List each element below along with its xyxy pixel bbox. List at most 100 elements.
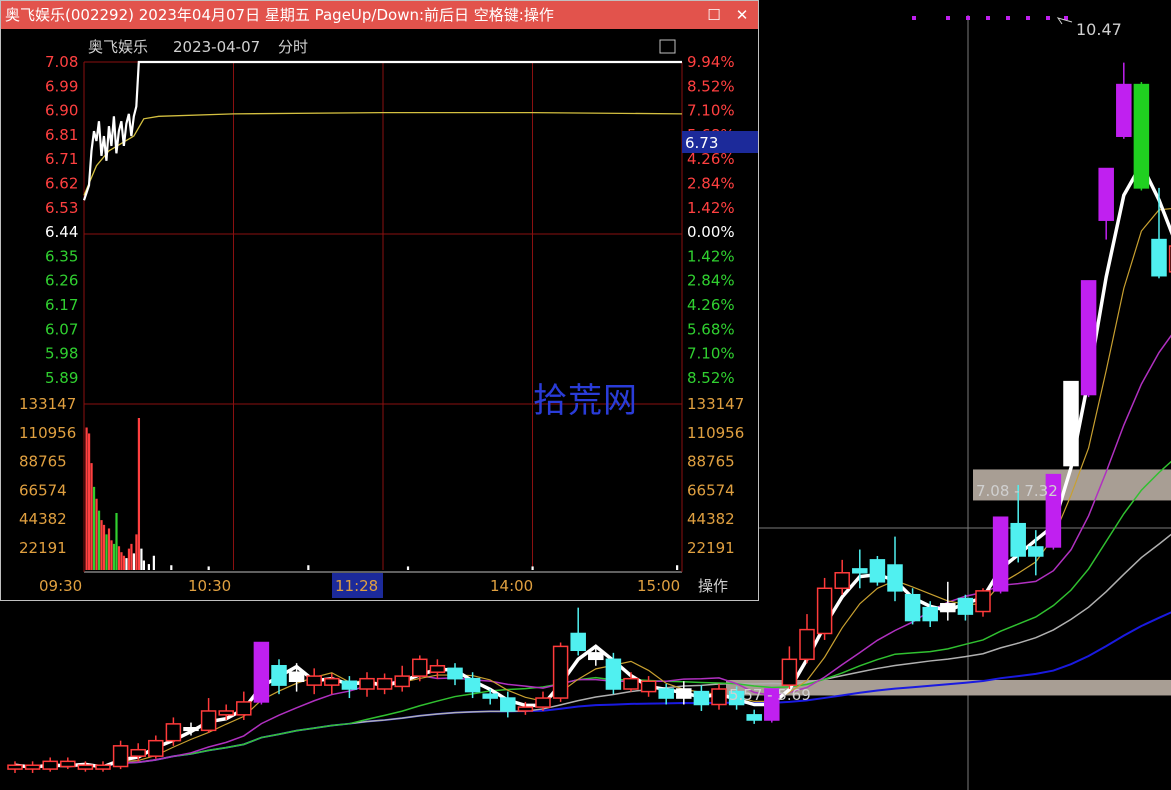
candle-62 — [1098, 167, 1114, 240]
candle-body — [1010, 522, 1026, 557]
candle-body — [447, 667, 463, 680]
candle-11 — [200, 698, 217, 733]
price-axis-label: 6.44 — [45, 223, 78, 241]
gap-label-upper: 7.08 - 7.32 — [976, 482, 1058, 500]
candle-63 — [1116, 62, 1132, 139]
candle-4 — [77, 761, 94, 772]
candle-20 — [359, 672, 375, 697]
volume-bar — [130, 543, 133, 570]
gap-label-lower: 5.57 - 5.69 — [729, 686, 811, 704]
candle-17 — [306, 668, 322, 695]
pct-axis-label: 2.84% — [687, 272, 735, 290]
candle-body — [1098, 167, 1114, 221]
time-axis-label: 10:30 — [188, 577, 231, 595]
marker-dot-2 — [966, 16, 970, 20]
pct-axis-label: 0.00% — [687, 223, 735, 241]
volume-bar — [107, 528, 111, 570]
pct-axis-label: 4.26% — [687, 296, 735, 314]
candle-body — [218, 710, 234, 716]
candle-55 — [975, 588, 991, 617]
candle-25 — [447, 663, 463, 686]
candle-body — [288, 671, 305, 683]
candle-body — [623, 677, 639, 690]
candle-body — [165, 723, 182, 742]
intraday-stock-name: 奥飞娱乐 — [88, 38, 148, 56]
candle-body — [1133, 83, 1150, 189]
candle-body — [341, 680, 358, 690]
candle-body — [306, 675, 322, 686]
candle-body — [588, 652, 604, 661]
price-axis-label: 6.71 — [45, 150, 78, 168]
price-axis-label: 6.99 — [45, 77, 78, 95]
candle-body — [570, 632, 586, 652]
price-axis-label: 6.81 — [45, 126, 78, 144]
volume-bar — [97, 510, 101, 570]
intraday-volume-bars — [85, 418, 679, 570]
volume-bar — [87, 433, 91, 570]
popup-title: 奥飞娱乐(002292) 2023年04月07日 星期五 PageUp/Down… — [5, 6, 554, 24]
candle-61 — [1080, 280, 1097, 398]
candle-body — [834, 572, 850, 590]
candle-body — [711, 688, 727, 706]
price-axis-label: 6.17 — [45, 296, 78, 314]
candle-0 — [7, 761, 23, 773]
time-axis-label: 11:28 — [335, 577, 378, 595]
maximize-icon[interactable]: ☐ — [704, 5, 724, 25]
volume-bar — [132, 553, 136, 570]
pct-axis-label: 8.52% — [687, 369, 735, 387]
candle-body — [904, 593, 921, 622]
candle-body — [183, 727, 199, 732]
candle-body — [95, 764, 111, 770]
candle-42 — [746, 709, 762, 724]
popup-title-bar[interactable]: 奥飞娱乐(002292) 2023年04月07日 星期五 PageUp/Down… — [1, 1, 758, 29]
candle-body — [376, 677, 393, 690]
intraday-chart[interactable]: 奥飞娱乐 2023-04-07 分时 7.08 9.94% 6.99 8.52% 6.9… — [1, 29, 758, 600]
candle-body — [112, 745, 129, 768]
operate-label[interactable]: 操作 — [698, 577, 728, 595]
intraday-axes: 7.08 9.94% 6.99 8.52% 6.90 7.10% 6.81 5.68% 6.71… — [19, 53, 744, 557]
candle-34 — [605, 652, 622, 695]
volume-bar — [85, 427, 88, 570]
candle-14 — [253, 641, 270, 705]
candle-46 — [816, 577, 833, 640]
volume-bar — [531, 566, 534, 570]
volume-bar — [676, 565, 679, 570]
candle-65 — [1151, 187, 1167, 279]
time-axis-label: 15:00 — [637, 577, 680, 595]
intraday-grid — [83, 61, 683, 573]
pct-axis-label: 5.68% — [687, 320, 735, 338]
volume-axis-label-left: 88765 — [19, 453, 67, 471]
time-axis-label: 14:00 — [490, 577, 533, 595]
chart-annotations: 10.47 7.08 - 7.32 5.57 - 5.69 — [729, 20, 1122, 704]
candle-body — [24, 764, 41, 770]
candle-44 — [781, 646, 798, 690]
pct-axis-label: 2.84% — [687, 175, 735, 193]
volume-axis-label-left: 22191 — [19, 539, 67, 557]
candle-body — [799, 628, 815, 661]
candle-body — [975, 590, 991, 613]
candle-6 — [112, 740, 129, 770]
intraday-popup-window[interactable]: 奥飞娱乐(002292) 2023年04月07日 星期五 PageUp/Down… — [0, 0, 759, 601]
volume-bar — [135, 534, 138, 570]
pct-axis-label: 7.10% — [687, 345, 735, 363]
volume-axis-label-left: 66574 — [19, 481, 67, 499]
candle-body — [517, 706, 534, 712]
time-axis-label: 09:30 — [39, 577, 82, 595]
candle-45 — [799, 614, 815, 664]
intraday-mode: 分时 — [278, 38, 308, 56]
candle-body — [816, 587, 833, 635]
candle-body — [130, 748, 146, 757]
price-axis-label: 5.98 — [45, 345, 78, 363]
candle-31 — [552, 642, 569, 702]
volume-bar — [127, 548, 131, 570]
volume-bar — [112, 543, 116, 570]
candle-13 — [236, 691, 252, 721]
price-axis-label: 6.35 — [45, 247, 78, 265]
candle-body — [658, 688, 674, 699]
close-icon[interactable]: ✕ — [732, 5, 752, 25]
panel-toggle-icon[interactable] — [659, 39, 676, 54]
candle-8 — [148, 735, 164, 759]
candle-64 — [1133, 81, 1150, 191]
candle-body — [60, 760, 76, 768]
pct-axis-label: 1.42% — [687, 199, 735, 217]
